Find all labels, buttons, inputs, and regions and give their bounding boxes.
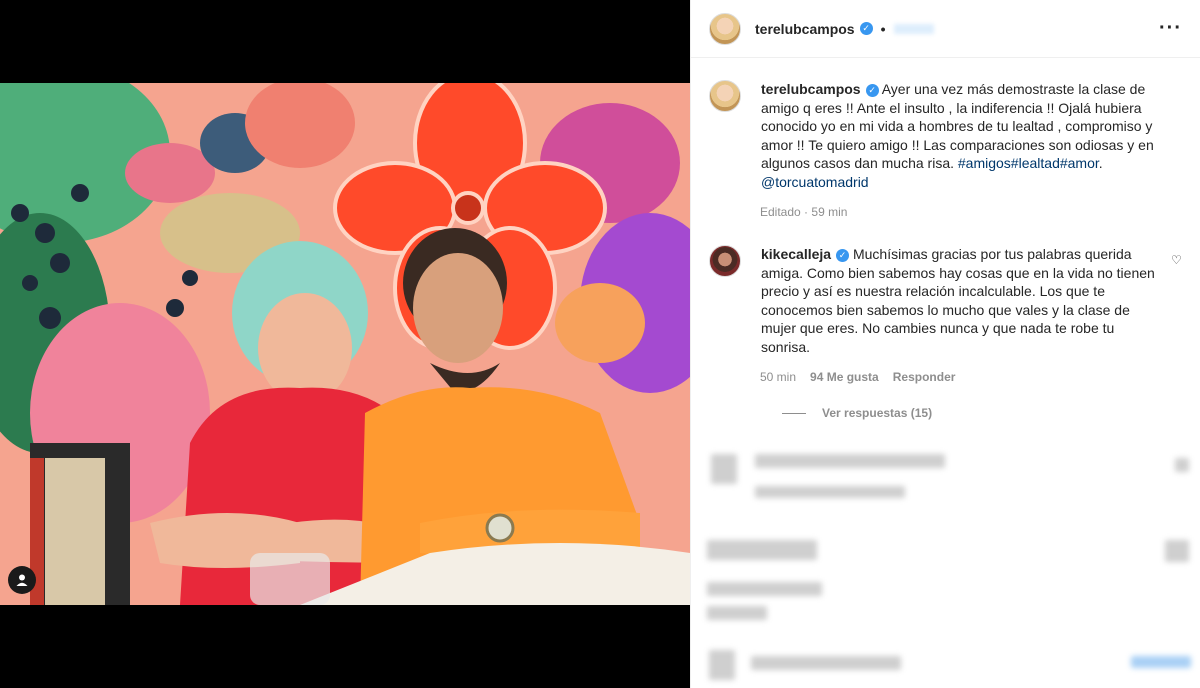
author-username[interactable]: terelubcampos (755, 21, 855, 37)
author-avatar[interactable] (709, 12, 741, 45)
blurred-comment (755, 454, 945, 468)
comment-meta: 50 min 94 Me gusta Responder (760, 370, 1182, 384)
caption-hashtags[interactable]: #amigos#lealtad#amor (958, 155, 1099, 171)
like-heart-icon[interactable]: ♡ (1171, 253, 1182, 267)
caption-meta: Editado · 59 min (760, 205, 1182, 219)
separator-dot: • (880, 20, 886, 37)
blurred-comment (1131, 656, 1191, 668)
post-media (0, 0, 690, 688)
post-header: terelubcampos ✓ • ··· (691, 0, 1200, 58)
blurred-comment (707, 582, 822, 596)
caption-username[interactable]: terelubcampos (761, 81, 861, 97)
blurred-comment (707, 540, 817, 560)
edited-label: Editado (760, 205, 801, 219)
caption-time[interactable]: 59 min (811, 205, 847, 219)
comment: kikecalleja ✓ Muchísimas gracias por tus … (709, 245, 1182, 356)
caption-text: terelubcampos ✓ Ayer una vez más demostra… (761, 80, 1181, 191)
blurred-follow (893, 23, 934, 34)
caption-avatar[interactable] (709, 80, 741, 112)
blurred-avatar (711, 454, 737, 484)
post-photo[interactable] (0, 83, 690, 605)
commenter-username[interactable]: kikecalleja (761, 246, 831, 262)
replies-line (782, 412, 806, 414)
comment-text: kikecalleja ✓ Muchísimas gracias por tus … (761, 245, 1161, 356)
blurred-comment (751, 656, 901, 670)
more-options-icon[interactable]: ··· (1159, 17, 1182, 40)
blurred-icon (1165, 540, 1189, 562)
commenter-avatar[interactable] (709, 245, 741, 277)
view-replies-label[interactable]: Ver respuestas (15) (822, 406, 932, 420)
view-replies[interactable]: Ver respuestas (15) (782, 406, 1182, 420)
post-panel: terelubcampos ✓ • ··· terelubcampos ✓ Aye… (690, 0, 1200, 688)
caption-period: . (1098, 155, 1103, 171)
comment-time[interactable]: 50 min (760, 370, 796, 384)
blurred-avatar (709, 650, 735, 680)
user-tag-icon[interactable] (8, 566, 36, 594)
blurred-comment (707, 606, 767, 620)
blurred-comment (755, 486, 905, 498)
verified-badge-icon: ✓ (859, 22, 873, 35)
verified-badge-icon: ✓ (865, 83, 879, 97)
caption-mention[interactable]: @torcuatomadrid (761, 174, 869, 190)
comment-body: Muchísimas gracias por tus palabras quer… (761, 246, 1155, 355)
blurred-icon (1175, 458, 1189, 472)
comment-likes[interactable]: 94 Me gusta (810, 370, 879, 384)
verified-badge-icon: ✓ (836, 248, 850, 262)
post-content: terelubcampos ✓ Ayer una vez más demostra… (691, 58, 1200, 420)
caption: terelubcampos ✓ Ayer una vez más demostra… (709, 80, 1182, 191)
edited-dot: · (804, 205, 809, 219)
reply-button[interactable]: Responder (893, 370, 956, 384)
